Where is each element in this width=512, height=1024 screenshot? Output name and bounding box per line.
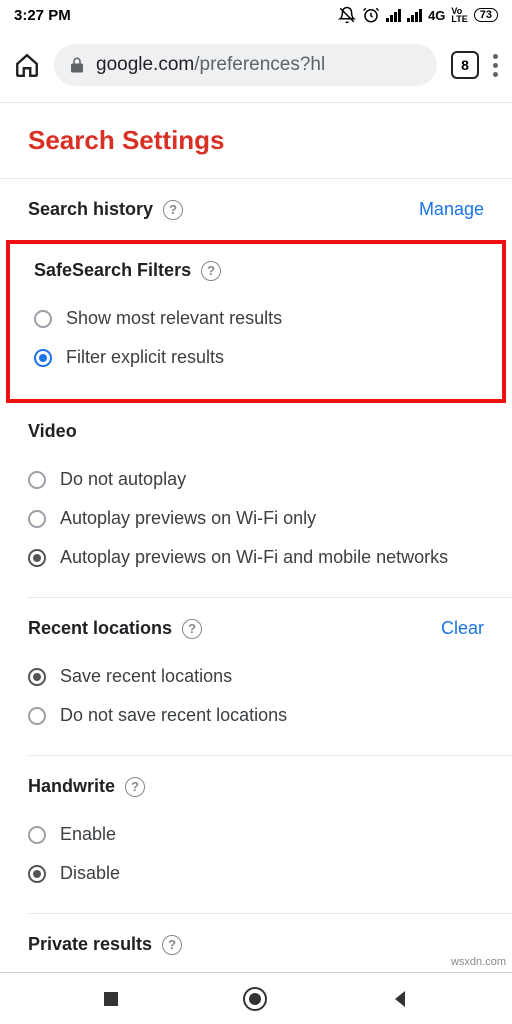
section-search-history: Search history ? Manage xyxy=(0,179,512,240)
clear-link[interactable]: Clear xyxy=(441,618,484,639)
radio-no-autoplay[interactable]: Do not autoplay xyxy=(28,460,484,499)
radio-label: Save recent locations xyxy=(60,666,232,687)
radio-handwrite-disable[interactable]: Disable xyxy=(28,854,484,893)
volte-icon: VoLTE xyxy=(451,7,467,23)
home-icon[interactable] xyxy=(14,52,40,78)
android-navbar xyxy=(0,972,512,1024)
signal-2-icon xyxy=(407,9,422,22)
radio-label: Disable xyxy=(60,863,120,884)
section-recent-locations: Recent locations ? Clear Save recent loc… xyxy=(0,598,512,755)
section-private-results: Private results ? xyxy=(0,914,512,955)
dnd-icon xyxy=(338,6,356,24)
menu-icon[interactable] xyxy=(493,54,498,77)
lock-icon xyxy=(68,56,86,74)
radio-label: Autoplay previews on Wi-Fi and mobile ne… xyxy=(60,547,448,568)
radio-autoplay-all[interactable]: Autoplay previews on Wi-Fi and mobile ne… xyxy=(28,538,484,577)
status-icons: 4G VoLTE 73 xyxy=(338,6,498,24)
radio-label: Filter explicit results xyxy=(66,347,224,368)
help-icon[interactable]: ? xyxy=(182,619,202,639)
radio-label: Do not autoplay xyxy=(60,469,186,490)
back-icon[interactable] xyxy=(389,988,411,1010)
help-icon[interactable]: ? xyxy=(163,200,183,220)
net-label: 4G xyxy=(428,8,445,23)
url-text: google.com/preferences?hl xyxy=(96,54,325,76)
clock: 3:27 PM xyxy=(14,7,71,24)
video-label: Video xyxy=(28,421,77,442)
recent-apps-icon[interactable] xyxy=(101,989,121,1009)
alarm-icon xyxy=(362,6,380,24)
radio-label: Do not save recent locations xyxy=(60,705,287,726)
section-video: Video Do not autoplay Autoplay previews … xyxy=(0,415,512,597)
watermark: wsxdn.com xyxy=(451,956,506,968)
radio-label: Enable xyxy=(60,824,116,845)
search-history-label: Search history xyxy=(28,199,153,220)
manage-link[interactable]: Manage xyxy=(419,199,484,220)
handwrite-label: Handwrite xyxy=(28,776,115,797)
page-title: Search Settings xyxy=(0,103,512,178)
url-bar[interactable]: google.com/preferences?hl xyxy=(54,44,437,86)
status-bar: 3:27 PM 4G VoLTE 73 xyxy=(0,0,512,30)
section-handwrite: Handwrite ? Enable Disable xyxy=(0,756,512,913)
safesearch-label: SafeSearch Filters xyxy=(34,260,191,281)
radio-label: Autoplay previews on Wi-Fi only xyxy=(60,508,316,529)
radio-show-relevant[interactable]: Show most relevant results xyxy=(34,299,478,338)
signal-1-icon xyxy=(386,9,401,22)
radio-handwrite-enable[interactable]: Enable xyxy=(28,815,484,854)
help-icon[interactable]: ? xyxy=(201,261,221,281)
radio-autoplay-wifi[interactable]: Autoplay previews on Wi-Fi only xyxy=(28,499,484,538)
home-button-icon[interactable] xyxy=(242,986,268,1012)
help-icon[interactable]: ? xyxy=(162,935,182,955)
browser-toolbar: google.com/preferences?hl 8 xyxy=(0,30,512,102)
radio-no-save-locations[interactable]: Do not save recent locations xyxy=(28,696,484,735)
safesearch-highlight: SafeSearch Filters ? Show most relevant … xyxy=(6,240,506,403)
help-icon[interactable]: ? xyxy=(125,777,145,797)
radio-label: Show most relevant results xyxy=(66,308,282,329)
radio-save-locations[interactable]: Save recent locations xyxy=(28,657,484,696)
private-results-label: Private results xyxy=(28,934,152,955)
tab-switcher[interactable]: 8 xyxy=(451,51,479,79)
radio-filter-explicit[interactable]: Filter explicit results xyxy=(34,338,478,377)
battery-icon: 73 xyxy=(474,8,498,22)
recent-locations-label: Recent locations xyxy=(28,618,172,639)
